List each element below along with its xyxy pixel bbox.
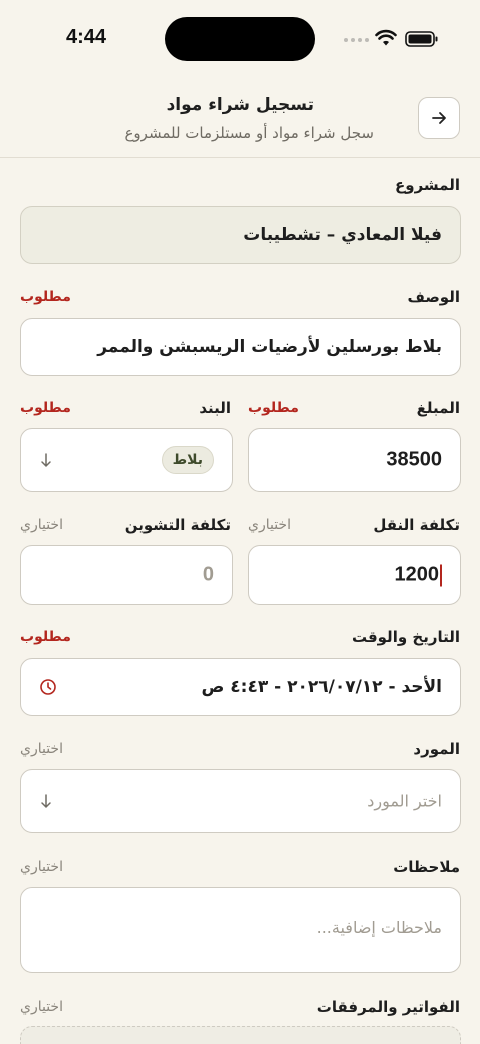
storage-input[interactable]: 0 — [20, 545, 233, 605]
amount-value: 38500 — [386, 448, 442, 471]
supplier-select[interactable]: اختر المورد — [20, 769, 461, 833]
item-chip: بلاط — [161, 446, 214, 474]
arrow-down-icon — [41, 794, 51, 808]
arrow-right-icon — [432, 112, 446, 124]
page-subtitle: سجل شراء مواد أو مستلزمات للمشروع — [124, 124, 374, 142]
datetime-label: التاريخ والوقت — [351, 628, 460, 646]
supplier-optional: اختياري — [20, 741, 63, 757]
description-label: الوصف — [407, 288, 460, 306]
item-select[interactable]: بلاط — [20, 428, 233, 492]
project-field: فيلا المعادي – تشطيبات — [20, 206, 461, 264]
signal-icon — [344, 38, 370, 44]
datetime-required: مطلوب — [20, 629, 71, 645]
notes-placeholder: ملاحظات إضافية... — [316, 918, 442, 937]
datetime-picker[interactable]: الأحد - ٢٠٢٦/٠٧/١٢ - ٤:٤٣ ص — [20, 658, 461, 716]
supplier-placeholder: اختر المورد — [367, 791, 442, 811]
supplier-label: المورد — [413, 740, 460, 758]
storage-placeholder: 0 — [202, 563, 214, 586]
attachments-label: الفواتير والمرفقات — [316, 998, 460, 1016]
notes-label: ملاحظات — [393, 858, 460, 876]
arrow-down-icon — [41, 453, 51, 467]
amount-label: المبلغ — [416, 399, 460, 417]
status-time: 4:44 — [66, 26, 107, 48]
battery-icon — [405, 31, 438, 47]
datetime-value: الأحد - ٢٠٢٦/٠٧/١٢ - ٤:٤٣ ص — [201, 677, 442, 697]
back-button[interactable] — [418, 97, 460, 139]
item-required: مطلوب — [20, 400, 71, 416]
attachments-optional: اختياري — [20, 999, 63, 1015]
notes-textarea[interactable]: ملاحظات إضافية... — [20, 887, 461, 973]
transport-input[interactable]: 1200 — [248, 545, 461, 605]
transport-optional: اختياري — [248, 517, 291, 533]
status-bar: 4:44 — [0, 0, 480, 78]
transport-value: 1200 — [395, 564, 442, 587]
storage-label: تكلفة التشوين — [124, 516, 231, 534]
amount-required: مطلوب — [248, 400, 299, 416]
project-value: فيلا المعادي – تشطيبات — [243, 225, 442, 245]
dynamic-island — [165, 17, 315, 61]
text-caret — [440, 564, 442, 587]
notes-optional: اختياري — [20, 859, 63, 875]
amount-input[interactable]: 38500 — [248, 428, 461, 492]
page-title: تسجيل شراء مواد — [166, 95, 314, 115]
description-value: بلاط بورسلين لأرضيات الريسبشن والممر — [97, 337, 442, 357]
description-input[interactable]: بلاط بورسلين لأرضيات الريسبشن والممر — [20, 318, 461, 376]
page-header: تسجيل شراء مواد سجل شراء مواد أو مستلزما… — [0, 78, 480, 158]
attachments-dropzone[interactable] — [20, 1026, 461, 1044]
item-label: البند — [199, 399, 231, 417]
clock-icon — [40, 679, 56, 695]
transport-label: تكلفة النقل — [373, 516, 460, 534]
description-required: مطلوب — [20, 289, 71, 305]
project-label: المشروع — [395, 176, 460, 194]
wifi-icon — [375, 29, 397, 46]
storage-optional: اختياري — [20, 517, 63, 533]
